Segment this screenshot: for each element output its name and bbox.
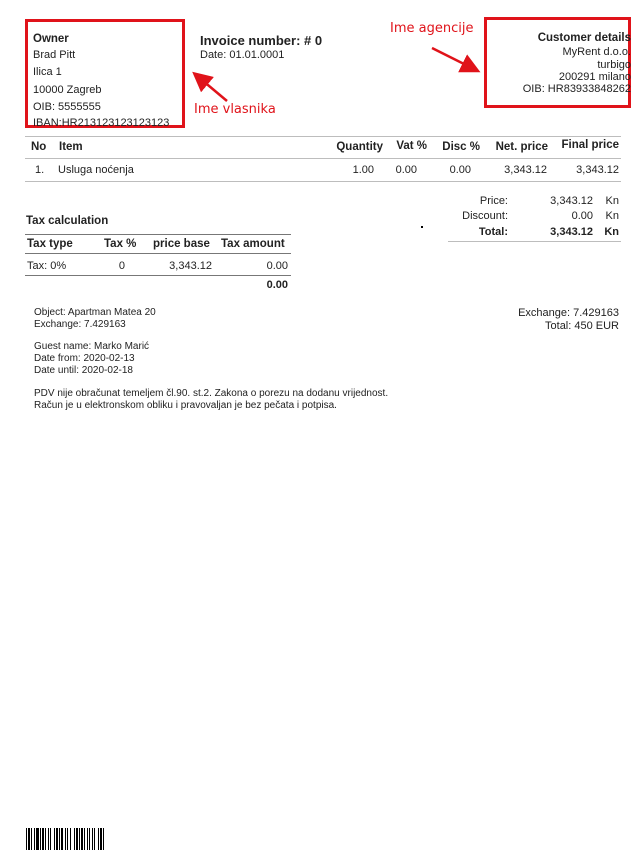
- owner-arrow-icon: [192, 71, 228, 102]
- vat-note: PDV nije obračunat temeljem čl.90. st.2.…: [34, 388, 389, 399]
- col-header-quantity: Quantity: [336, 141, 383, 153]
- guest-name: Guest name: Marko Marić: [34, 341, 150, 352]
- tax-table-header-border: [25, 253, 291, 254]
- date-from: Date from: 2020-02-13: [34, 353, 135, 364]
- annotation-arrows: [192, 46, 481, 102]
- totals-border: [448, 241, 621, 242]
- stray-dot: [421, 226, 423, 228]
- price-unit: Kn: [605, 195, 619, 207]
- booking-details: Object: Apartman Matea 20 Exchange: 7.42…: [34, 307, 388, 412]
- col-header-disc: Disc %: [442, 141, 480, 153]
- discount-unit: Kn: [605, 210, 619, 222]
- price-label: Price:: [479, 195, 508, 207]
- barcode-bar: [104, 828, 105, 850]
- tax-header-price-base: price base: [153, 238, 210, 250]
- electronic-note: Račun je u elektronskom obliku i pravova…: [34, 400, 337, 411]
- row-vat: 0.00: [395, 164, 417, 176]
- tax-row-type: Tax: 0%: [27, 260, 67, 272]
- price-value: 3,343.12: [550, 195, 593, 207]
- object-line: Object: Apartman Matea 20: [34, 307, 156, 318]
- tax-header-type: Tax type: [27, 238, 73, 250]
- col-header-final-price: Final price: [561, 139, 619, 151]
- exchange-line-right: Exchange: 7.429163: [518, 307, 619, 319]
- col-header-item: Item: [59, 141, 83, 153]
- discount-value: 0.00: [571, 210, 593, 222]
- tax-header-percent: Tax %: [104, 238, 137, 250]
- tax-row-percent: 0: [118, 260, 125, 272]
- row-item: Usluga noćenja: [58, 164, 134, 176]
- items-table-top-border: [25, 136, 621, 137]
- tax-row-price-base: 3,343.12: [169, 260, 212, 272]
- items-table-header-border: [25, 158, 621, 159]
- tax-row-amount: 0.00: [266, 260, 288, 272]
- discount-label: Discount:: [462, 210, 508, 222]
- tax-title: Tax calculation: [26, 215, 109, 227]
- row-quantity: 1.00: [352, 164, 374, 176]
- col-header-net-price: Net. price: [495, 141, 548, 153]
- tax-header-amount: Tax amount: [221, 238, 285, 250]
- date-until: Date until: 2020-02-18: [34, 365, 133, 376]
- agency-arrow-icon: [431, 46, 481, 73]
- col-header-no: No: [31, 141, 47, 153]
- exchange-summary: Exchange: 7.429163 Total: 450 EUR: [518, 307, 619, 332]
- total-label: Total:: [478, 226, 508, 238]
- row-final-price: 3,343.12: [576, 164, 619, 176]
- row-no: 1.: [35, 164, 45, 176]
- tax-table-top-border: [25, 234, 291, 235]
- row-net-price: 3,343.12: [504, 164, 547, 176]
- exchange-line-left: Exchange: 7.429163: [34, 319, 126, 330]
- row-disc: 0.00: [449, 164, 471, 176]
- total-unit: Kn: [604, 226, 619, 238]
- total-eur: Total: 450 EUR: [545, 319, 619, 332]
- tax-total: 0.00: [266, 279, 288, 291]
- col-header-vat: Vat %: [396, 140, 427, 152]
- total-value: 3,343.12: [550, 226, 593, 238]
- barcode-icon: [26, 828, 105, 850]
- tax-table-bottom-border: [25, 275, 291, 276]
- items-table-bottom-border: [25, 181, 621, 182]
